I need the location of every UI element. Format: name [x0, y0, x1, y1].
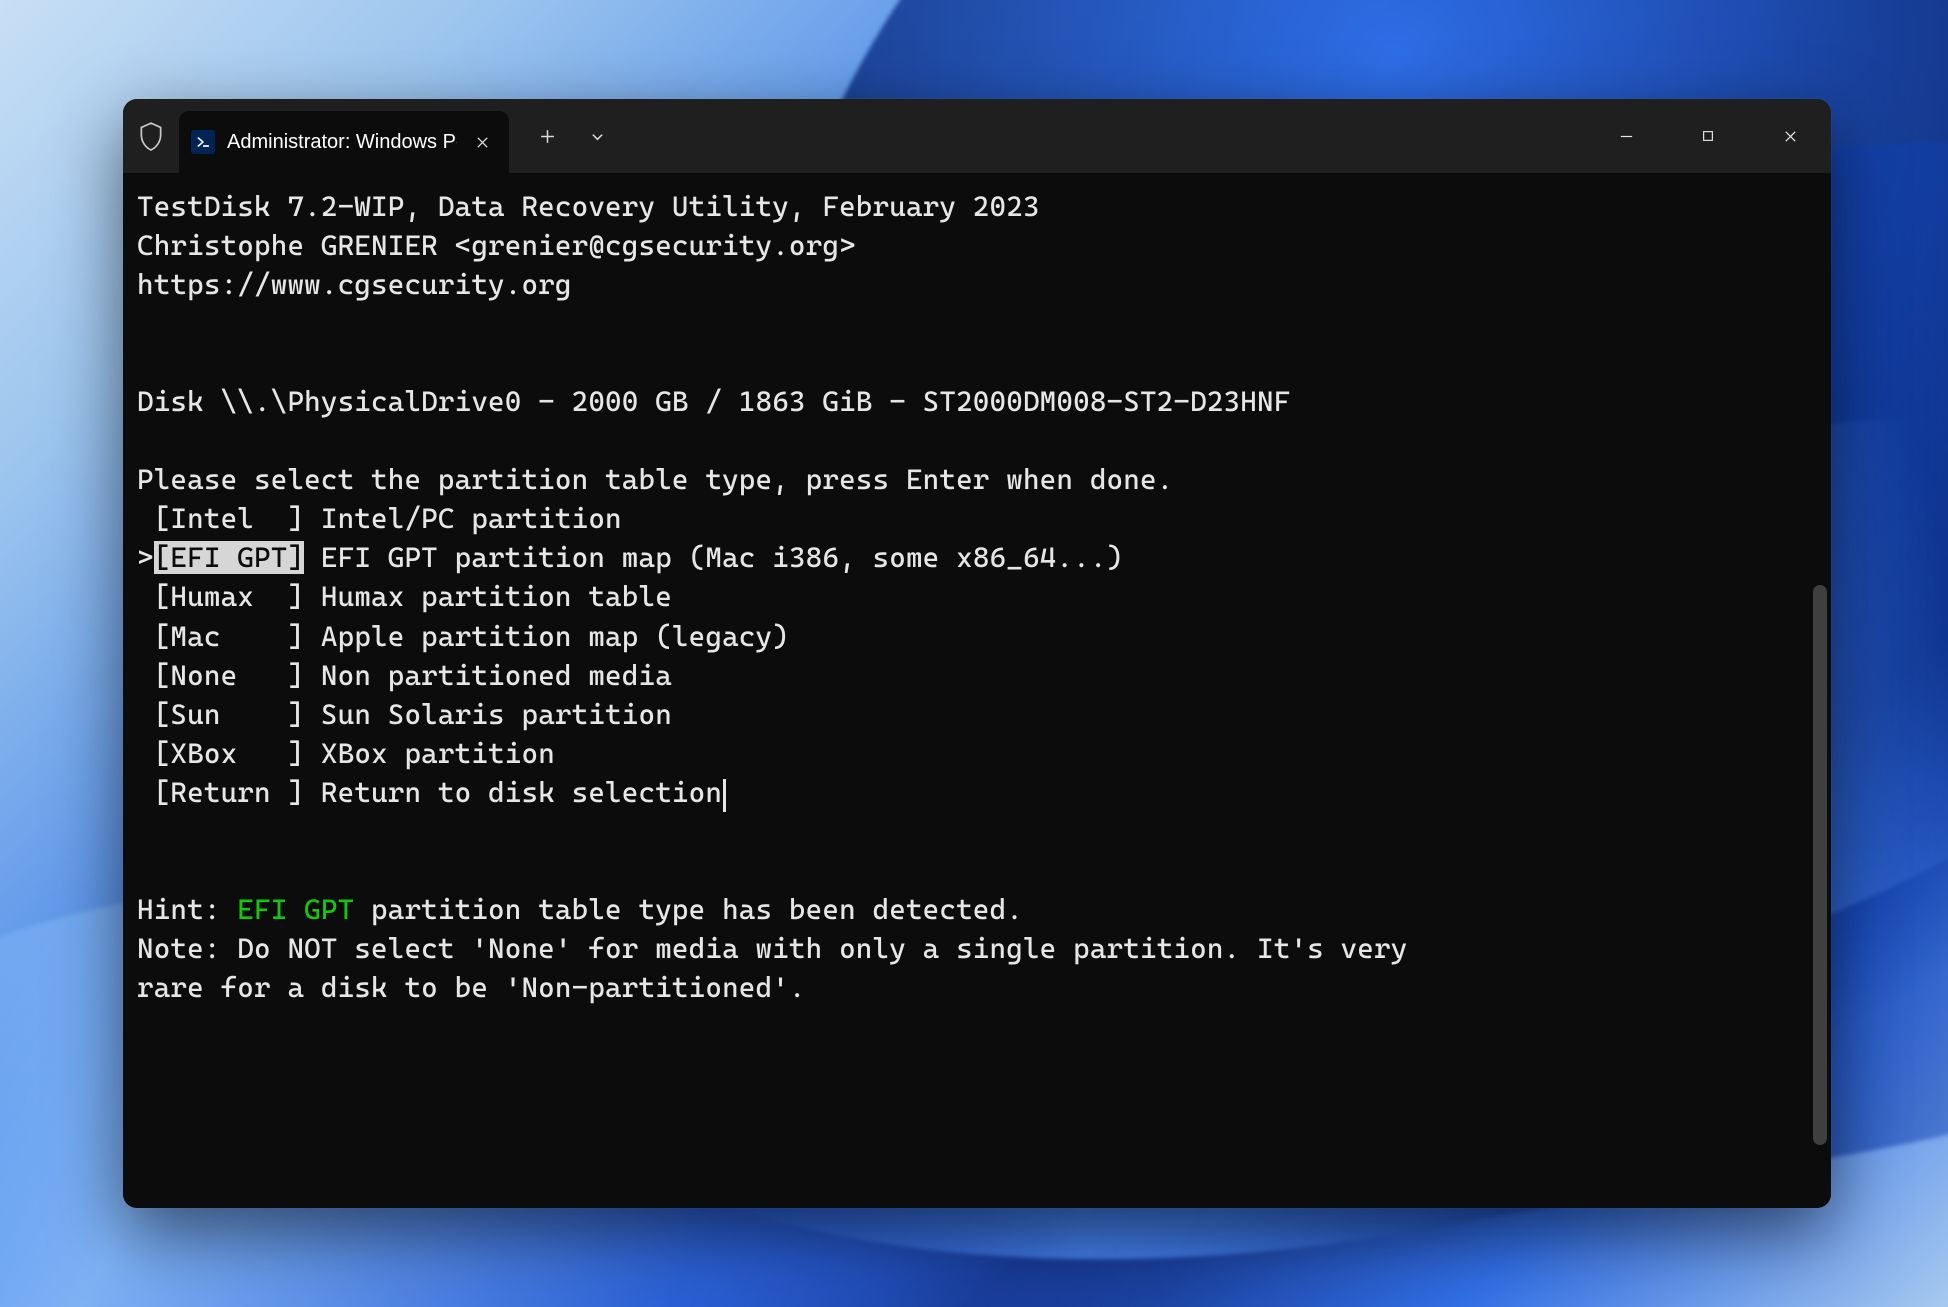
- menu-option[interactable]: [Sun ]: [154, 698, 304, 731]
- menu-option[interactable]: [Humax ]: [154, 580, 304, 613]
- menu-option[interactable]: [Mac ]: [154, 620, 304, 653]
- note-line: Note: Do NOT select 'None' for media wit…: [137, 932, 1407, 1004]
- hint-highlight: EFI GPT: [237, 893, 354, 926]
- close-button[interactable]: [1749, 99, 1831, 173]
- text-cursor: [723, 779, 726, 811]
- menu-option[interactable]: [XBox ]: [154, 737, 304, 770]
- minimize-button[interactable]: [1585, 99, 1667, 173]
- tab-title: Administrator: Windows Powe: [227, 131, 457, 154]
- terminal-window: Administrator: Windows Powe: [123, 99, 1831, 1208]
- tab-dropdown-button[interactable]: [575, 114, 619, 158]
- prompt-line: Please select the partition table type, …: [137, 463, 1173, 496]
- menu-options: [Intel ] Intel/PC partition >[EFI GPT] E…: [137, 502, 1123, 808]
- terminal-body[interactable]: TestDisk 7.2-WIP, Data Recovery Utility,…: [123, 173, 1831, 1208]
- powershell-icon: [191, 130, 215, 154]
- new-tab-button[interactable]: [525, 114, 569, 158]
- app-header-2: Christophe GRENIER <grenier@cgsecurity.o…: [137, 229, 856, 262]
- menu-option[interactable]: [None ]: [154, 659, 304, 692]
- tab-close-button[interactable]: [469, 129, 495, 155]
- app-header-1: TestDisk 7.2-WIP, Data Recovery Utility,…: [137, 190, 1040, 223]
- menu-option[interactable]: [Intel ]: [154, 502, 304, 535]
- admin-shield-icon: [123, 121, 179, 151]
- terminal-output: TestDisk 7.2-WIP, Data Recovery Utility,…: [137, 187, 1821, 1007]
- titlebar[interactable]: Administrator: Windows Powe: [123, 99, 1831, 173]
- menu-option-selected[interactable]: [EFI GPT]: [154, 541, 304, 574]
- scrollbar-thumb[interactable]: [1813, 585, 1827, 1145]
- app-header-3: https://www.cgsecurity.org: [137, 268, 572, 301]
- tab-active[interactable]: Administrator: Windows Powe: [179, 111, 509, 173]
- menu-option[interactable]: [Return ]: [154, 776, 304, 809]
- maximize-button[interactable]: [1667, 99, 1749, 173]
- disk-line: Disk \\.\PhysicalDrive0 - 2000 GB / 1863…: [137, 385, 1290, 418]
- hint-line: Hint: EFI GPT partition table type has b…: [137, 893, 1023, 926]
